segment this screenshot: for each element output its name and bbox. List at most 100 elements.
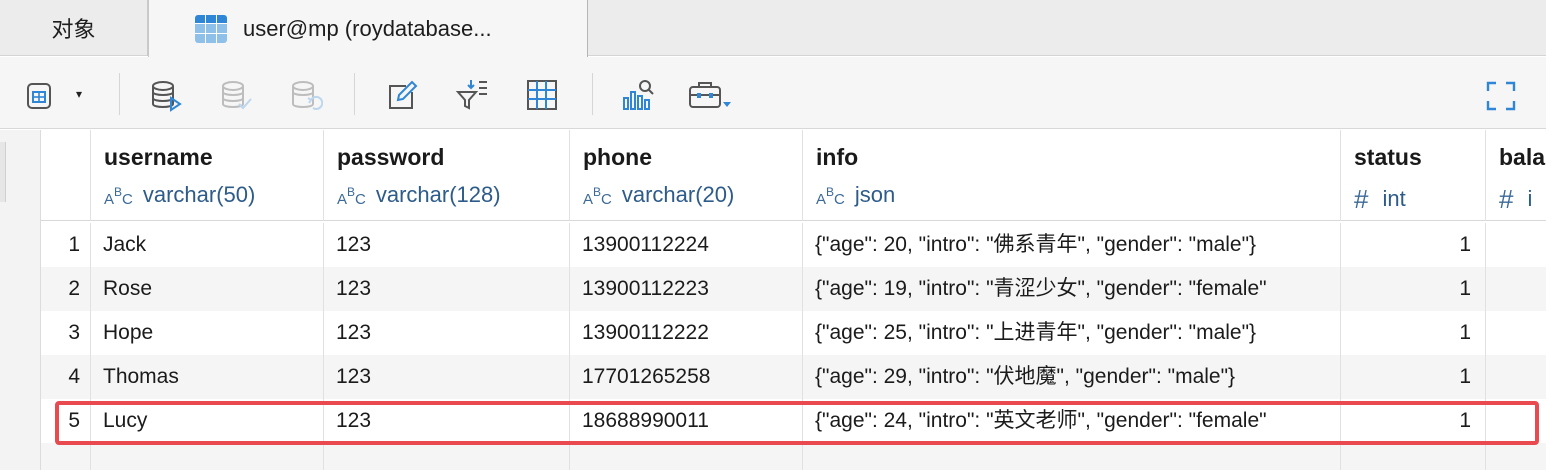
- apply-changes-button[interactable]: [148, 77, 184, 113]
- add-record-button[interactable]: [22, 77, 58, 113]
- column-header-status[interactable]: status # int: [1341, 130, 1486, 221]
- column-type-label: json: [854, 182, 896, 207]
- grid-view-button[interactable]: [524, 77, 560, 113]
- cell-phone[interactable]: 18688990011: [570, 399, 803, 443]
- grid-view-icon: [527, 80, 557, 110]
- revert-button[interactable]: [288, 77, 324, 113]
- cell-phone[interactable]: 13900112222: [570, 311, 803, 355]
- revert-icon: [292, 81, 323, 110]
- cell-status[interactable]: 1: [1341, 223, 1486, 267]
- cell-username[interactable]: Rose: [91, 267, 324, 311]
- toolbar-divider: [354, 73, 355, 115]
- column-type: # i: [1499, 182, 1533, 214]
- fullscreen-button[interactable]: [1486, 81, 1516, 111]
- cell-password[interactable]: 123: [324, 311, 570, 355]
- column-header-phone[interactable]: phone ABC varchar(20): [570, 130, 803, 221]
- cell-balance[interactable]: [1486, 267, 1546, 311]
- column-header-balance[interactable]: bala # i: [1486, 130, 1546, 221]
- cell-info[interactable]: {"age": 25, "intro": "上进青年", "gender": "…: [803, 311, 1341, 355]
- column-type-label: varchar(20): [621, 182, 735, 207]
- table-row-empty: [41, 443, 1546, 470]
- column-name: info: [816, 144, 859, 170]
- row-number: 1: [41, 223, 91, 267]
- empty-cell: [570, 443, 803, 470]
- cell-phone[interactable]: 13900112223: [570, 267, 803, 311]
- text-type-icon: ABC: [816, 185, 845, 208]
- cell-balance[interactable]: [1486, 223, 1546, 267]
- column-header-info[interactable]: info ABC json: [803, 130, 1341, 221]
- column-type-label: varchar(128): [375, 182, 501, 207]
- tab-user-table[interactable]: user@mp (roydatabase...: [148, 0, 588, 57]
- column-type-label: int: [1382, 186, 1406, 211]
- filter-sort-button[interactable]: [454, 77, 490, 113]
- column-type: ABC json: [816, 182, 895, 208]
- commit-button[interactable]: [218, 77, 254, 113]
- column-header-username[interactable]: username ABC varchar(50): [91, 130, 324, 221]
- text-type-icon: ABC: [337, 185, 366, 208]
- cell-username[interactable]: Lucy: [91, 399, 324, 443]
- cell-password[interactable]: 123: [324, 355, 570, 399]
- fullscreen-icon: [1486, 81, 1516, 111]
- cell-balance[interactable]: [1486, 355, 1546, 399]
- table-row[interactable]: 3 Hope 123 13900112222 {"age": 25, "intr…: [41, 311, 1546, 355]
- toolbox-button[interactable]: [686, 77, 734, 113]
- row-number: 3: [41, 311, 91, 355]
- chart-analysis-icon: [623, 80, 654, 110]
- cell-status[interactable]: 1: [1341, 355, 1486, 399]
- cell-username[interactable]: Thomas: [91, 355, 324, 399]
- cell-info[interactable]: {"age": 20, "intro": "佛系青年", "gender": "…: [803, 223, 1341, 267]
- table-row[interactable]: 1 Jack 123 13900112224 {"age": 20, "intr…: [41, 223, 1546, 267]
- cell-status[interactable]: 1: [1341, 267, 1486, 311]
- cell-phone[interactable]: 13900112224: [570, 223, 803, 267]
- grid-header: username ABC varchar(50) password ABC varc…: [41, 130, 1546, 221]
- row-number-header: [41, 130, 91, 221]
- text-type-icon: ABC: [583, 185, 612, 208]
- edit-button[interactable]: [383, 77, 419, 113]
- cell-phone[interactable]: 17701265258: [570, 355, 803, 399]
- column-name: username: [104, 144, 213, 170]
- cell-username[interactable]: Hope: [91, 311, 324, 355]
- dropdown-arrow-icon[interactable]: ▾: [76, 87, 82, 101]
- tab-objects[interactable]: 对象: [0, 0, 148, 56]
- cell-balance[interactable]: [1486, 399, 1546, 443]
- data-grid: username ABC varchar(50) password ABC varc…: [0, 130, 1546, 470]
- tab-user-table-label: user@mp (roydatabase...: [243, 15, 492, 41]
- edit-icon: [389, 80, 418, 109]
- text-type-icon: ABC: [104, 185, 133, 208]
- table-row[interactable]: 5 Lucy 123 18688990011 {"age": 24, "intr…: [41, 399, 1546, 443]
- toolbar-divider: [592, 73, 593, 115]
- grid-gutter: [0, 130, 41, 470]
- cell-username[interactable]: Jack: [91, 223, 324, 267]
- cell-info[interactable]: {"age": 24, "intro": "英文老师", "gender": "…: [803, 399, 1341, 443]
- column-name: status: [1354, 144, 1422, 170]
- cell-password[interactable]: 123: [324, 399, 570, 443]
- gutter-marker: [0, 142, 6, 202]
- cell-password[interactable]: 123: [324, 223, 570, 267]
- cell-info[interactable]: {"age": 19, "intro": "青涩少女", "gender": "…: [803, 267, 1341, 311]
- empty-cell: [324, 443, 570, 470]
- toolbox-icon: [689, 82, 731, 108]
- row-number: 2: [41, 267, 91, 311]
- table-row[interactable]: 4 Thomas 123 17701265258 {"age": 29, "in…: [41, 355, 1546, 399]
- cell-balance[interactable]: [1486, 311, 1546, 355]
- column-type-label: i: [1527, 186, 1533, 211]
- empty-cell: [91, 443, 324, 470]
- chart-analysis-button[interactable]: [620, 77, 656, 113]
- cell-status[interactable]: 1: [1341, 399, 1486, 443]
- toolbar: ▾: [0, 57, 1546, 129]
- table-icon: [195, 14, 227, 43]
- column-type: # int: [1354, 182, 1406, 214]
- row-number: 4: [41, 355, 91, 399]
- cell-status[interactable]: 1: [1341, 311, 1486, 355]
- column-type: ABC varchar(50): [104, 182, 255, 208]
- empty-cell: [803, 443, 1341, 470]
- column-header-password[interactable]: password ABC varchar(128): [324, 130, 570, 221]
- filter-sort-icon: [455, 80, 487, 110]
- cell-info[interactable]: {"age": 29, "intro": "伏地魔", "gender": "m…: [803, 355, 1341, 399]
- empty-cell: [41, 443, 91, 470]
- column-type-label: varchar(50): [142, 182, 256, 207]
- apply-changes-icon: [152, 81, 182, 112]
- cell-password[interactable]: 123: [324, 267, 570, 311]
- tab-bar: 对象 user@mp (roydatabase...: [0, 0, 1546, 57]
- table-row[interactable]: 2 Rose 123 13900112223 {"age": 19, "intr…: [41, 267, 1546, 311]
